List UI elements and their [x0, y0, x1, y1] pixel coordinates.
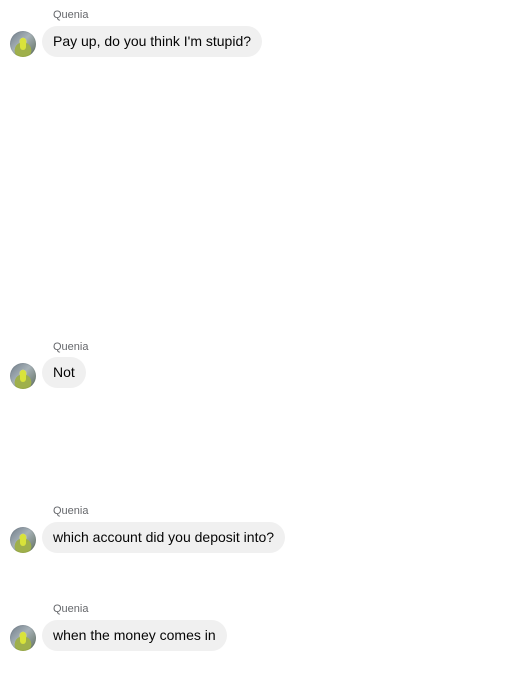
sender-name: Quenia	[53, 341, 89, 353]
message-group: Quenia which account did you deposit int…	[0, 505, 532, 555]
avatar-icon[interactable]	[10, 363, 36, 389]
avatar-icon[interactable]	[10, 527, 36, 553]
avatar-icon[interactable]	[10, 31, 36, 57]
message-group: Quenia when the money comes in	[0, 603, 532, 653]
sender-name: Quenia	[53, 603, 89, 615]
sender-name: Quenia	[53, 505, 89, 517]
message-bubble[interactable]: which account did you deposit into?	[42, 522, 286, 553]
sender-name: Quenia	[53, 9, 89, 21]
message-group: Quenia Not	[0, 341, 532, 391]
message-bubble[interactable]: Not	[42, 357, 86, 388]
avatar-icon[interactable]	[10, 625, 36, 651]
message-group: Quenia Pay up, do you think I'm stupid?	[0, 9, 532, 59]
message-bubble[interactable]: Pay up, do you think I'm stupid?	[42, 26, 263, 57]
message-bubble[interactable]: when the money comes in	[42, 620, 227, 651]
